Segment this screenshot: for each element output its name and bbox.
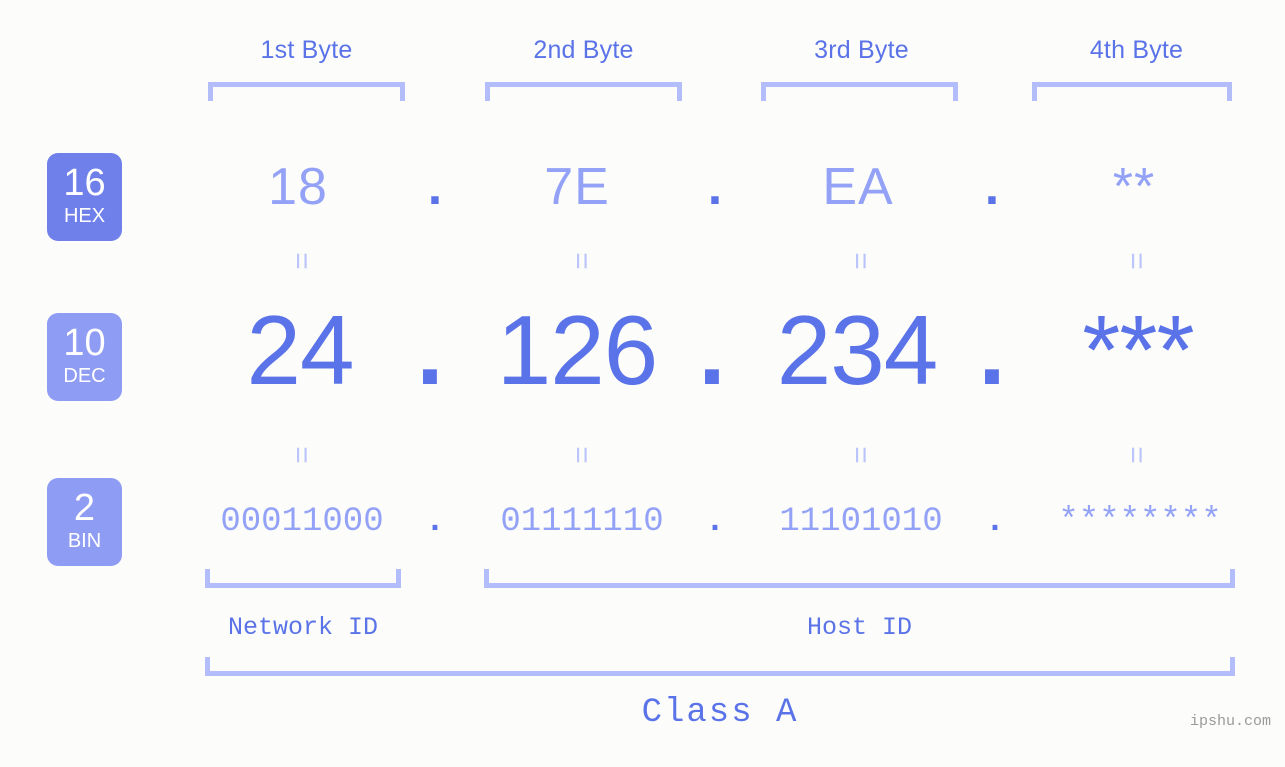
dec-octet-1: 24 <box>246 295 354 405</box>
dec-separator-2: . <box>698 295 726 405</box>
equals-mark-dec-bin-3: = <box>844 446 877 464</box>
equals-mark-dec-bin-4: = <box>1120 446 1153 464</box>
byte-bracket-top-1 <box>208 82 405 101</box>
byte-bracket-top-3 <box>761 82 958 101</box>
watermark-text: ipshu.com <box>1189 713 1271 730</box>
dec-separator-1: . <box>416 295 444 405</box>
equals-mark-dec-bin-1: = <box>285 446 318 464</box>
bin-octet-1: 00011000 <box>220 503 384 541</box>
hex-octet-3: EA <box>822 158 894 216</box>
byte-header-label-3: 3rd Byte <box>814 36 909 64</box>
equals-mark-hex-dec-3: = <box>844 252 877 270</box>
hex-octet-1: 18 <box>268 158 328 216</box>
dec-octet-4: *** <box>1082 295 1194 405</box>
bin-separator-1: . <box>424 503 446 541</box>
dec-separator-3: . <box>978 295 1006 405</box>
equals-mark-dec-bin-2: = <box>565 446 598 464</box>
class-label: Class A <box>641 694 799 732</box>
equals-mark-hex-dec-1: = <box>285 252 318 270</box>
byte-header-label-4: 4th Byte <box>1089 36 1184 64</box>
hex-separator-3: . <box>984 158 1000 216</box>
class-bracket <box>205 657 1235 676</box>
byte-bracket-top-4 <box>1032 82 1232 101</box>
equals-mark-hex-dec-2: = <box>565 252 598 270</box>
dec-value-row: 24 . 126 . 234 . *** <box>0 295 1285 405</box>
bin-octet-4: ******** <box>1058 503 1222 541</box>
byte-header-label-2: 2nd Byte <box>533 36 634 64</box>
host-id-bracket <box>484 569 1235 588</box>
bin-separator-3: . <box>984 503 1006 541</box>
bin-value-row: 00011000 . 01111110 . 11101010 . *******… <box>0 492 1285 552</box>
hex-octet-2: 7E <box>544 158 610 216</box>
host-id-label: Host ID <box>806 613 913 642</box>
hex-separator-1: . <box>427 158 443 216</box>
byte-header-label-1: 1st Byte <box>260 36 353 64</box>
bin-octet-3: 11101010 <box>779 503 943 541</box>
network-id-label: Network ID <box>227 613 379 642</box>
equals-mark-hex-dec-4: = <box>1120 252 1153 270</box>
hex-value-row: 18 . 7E . EA . ** <box>0 150 1285 225</box>
dec-octet-3: 234 <box>776 295 939 405</box>
network-id-bracket <box>205 569 401 588</box>
dec-octet-2: 126 <box>496 295 659 405</box>
ip-address-breakdown-diagram: 1st Byte 2nd Byte 3rd Byte 4th Byte 16 H… <box>0 0 1285 767</box>
bin-separator-2: . <box>704 503 726 541</box>
hex-separator-2: . <box>707 158 723 216</box>
hex-octet-4: ** <box>1112 158 1156 216</box>
bin-octet-2: 01111110 <box>500 503 664 541</box>
byte-bracket-top-2 <box>485 82 682 101</box>
